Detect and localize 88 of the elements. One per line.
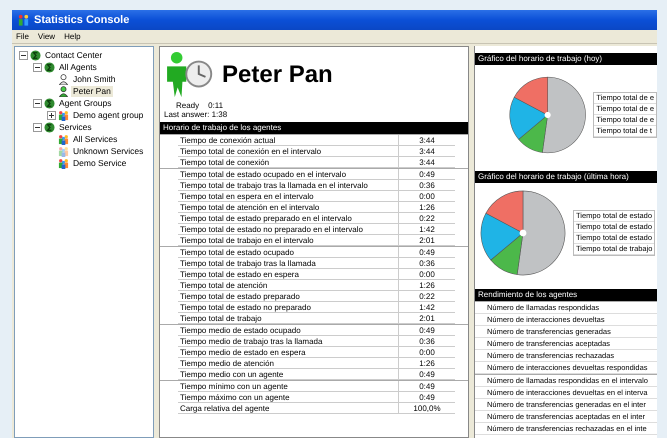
metric-value: 0:00	[399, 191, 455, 202]
people-icon	[58, 134, 69, 144]
metric-label: Tiempo total en espera en el intervalo	[178, 191, 399, 202]
people-icon	[17, 14, 30, 26]
person-icon	[58, 86, 69, 96]
metric-label: Tiempo de conexión actual	[178, 135, 399, 146]
tree-item[interactable]: Services	[57, 122, 94, 132]
sigma-icon	[44, 62, 55, 72]
metric-label: Tiempo medio de estado ocupado	[178, 325, 399, 336]
expand-icon[interactable]	[47, 110, 56, 120]
window-title: Statistics Console	[34, 14, 130, 26]
tree-item[interactable]: Demo Service	[71, 158, 128, 168]
collapse-icon[interactable]	[19, 50, 28, 60]
metric-label: Tiempo total de estado en espera	[178, 269, 399, 280]
metric-value: 0:49	[399, 169, 455, 180]
collapse-icon[interactable]	[33, 98, 42, 108]
metric-label: Tiempo total de conexión en el intervalo	[178, 146, 399, 157]
menu-item[interactable]: Help	[64, 32, 81, 41]
metric-value: 0:22	[399, 213, 455, 224]
tree-item[interactable]: Peter Pan	[71, 86, 113, 96]
metric-value: 0:49	[399, 381, 455, 392]
tree-item[interactable]: Contact Center	[43, 50, 104, 60]
menu-item[interactable]: File	[16, 32, 29, 41]
state-time: 0:11	[208, 101, 224, 110]
metric-value: 1:26	[399, 202, 455, 213]
tree-item[interactable]: All Services	[71, 134, 120, 144]
metric-value: 0:49	[399, 325, 455, 336]
metric-label: Tiempo total de atención	[178, 280, 399, 291]
metric-label: Tiempo total de trabajo tras la llamada	[178, 258, 399, 269]
metric-label: Carga relativa del agente	[178, 403, 399, 414]
metric-value: 0:36	[399, 180, 455, 191]
people-icon	[58, 158, 69, 168]
metric-label: Tiempo total de atención en el intervalo	[178, 202, 399, 213]
metric-label: Tiempo total de estado preparado	[178, 291, 399, 302]
metric-label: Tiempo total de trabajo tras la llamada en el intervalo	[178, 180, 399, 191]
tree-item[interactable]: John Smith	[71, 74, 118, 84]
tree-item[interactable]: All Agents	[57, 62, 99, 72]
metric-label: Tiempo medio de estado en espera	[178, 347, 399, 358]
people-icon	[58, 110, 69, 120]
metric-value: 2:01	[399, 235, 455, 246]
metric-label: Tiempo total de conexión	[178, 157, 399, 168]
collapse-icon[interactable]	[33, 62, 42, 72]
metric-value: 1:26	[399, 358, 455, 369]
agent-state: Ready	[176, 101, 200, 110]
section-header: Rendimiento de los agentes	[475, 289, 657, 301]
metric-label: Tiempo total de trabajo en el intervalo	[178, 235, 399, 246]
metric-value: 0:49	[399, 392, 455, 403]
agent-name: Peter Pan	[222, 61, 333, 89]
section-header: Horario de trabajo de los agentes	[160, 122, 468, 134]
metric-label: Tiempo mínimo con un agente	[178, 381, 399, 392]
metric-value: 3:44	[399, 146, 455, 157]
metric-value: 1:42	[399, 224, 455, 235]
metric-label: Tiempo total de estado no preparado en el intervalo	[178, 224, 399, 235]
metric-value: 0:22	[399, 291, 455, 302]
metric-value: 0:36	[399, 336, 455, 347]
collapse-icon[interactable]	[33, 122, 42, 132]
metric-value: 3:44	[399, 135, 455, 146]
sigma-icon	[30, 50, 41, 60]
sigma-icon	[44, 122, 55, 132]
metric-label: Tiempo total de trabajo	[178, 313, 399, 324]
metric-value: 1:42	[399, 302, 455, 313]
metric-label: Tiempo máximo con un agente	[178, 392, 399, 403]
metric-value: 0:36	[399, 258, 455, 269]
metric-value: 2:01	[399, 313, 455, 324]
metric-label: Tiempo total de estado preparado en el intervalo	[178, 213, 399, 224]
metric-value: 1:26	[399, 280, 455, 291]
metric-label: Tiempo medio de atención	[178, 358, 399, 369]
metric-value: 0:49	[399, 247, 455, 258]
tree-item[interactable]: Agent Groups	[57, 98, 114, 108]
metric-label: Tiempo total de estado ocupado en el intervalo	[178, 169, 399, 180]
person-icon	[58, 74, 69, 84]
menu-item[interactable]: View	[38, 32, 56, 41]
tree-item[interactable]: Demo agent group	[71, 110, 146, 120]
metric-label: Tiempo total de estado ocupado	[178, 247, 399, 258]
metric-value: 0:00	[399, 269, 455, 280]
metric-label: Tiempo medio con un agente	[178, 369, 399, 380]
metric-value: 0:49	[399, 369, 455, 380]
metric-value: 0:00	[399, 347, 455, 358]
metric-label: Tiempo total de estado no preparado	[178, 302, 399, 313]
metric-label: Tiempo medio de trabajo tras la llamada	[178, 336, 399, 347]
sigma-icon	[44, 98, 55, 108]
metric-value: 3:44	[399, 157, 455, 168]
section-header: Gráfico del horario de trabajo (hoy)	[475, 53, 657, 65]
last-answer: Last answer: 1:38	[164, 110, 228, 119]
people-icon	[58, 146, 69, 156]
tree-item[interactable]: Unknown Services	[71, 146, 146, 156]
metric-value: 100,0%	[399, 403, 455, 414]
section-header: Gráfico del horario de trabajo (última hora)	[475, 171, 657, 183]
